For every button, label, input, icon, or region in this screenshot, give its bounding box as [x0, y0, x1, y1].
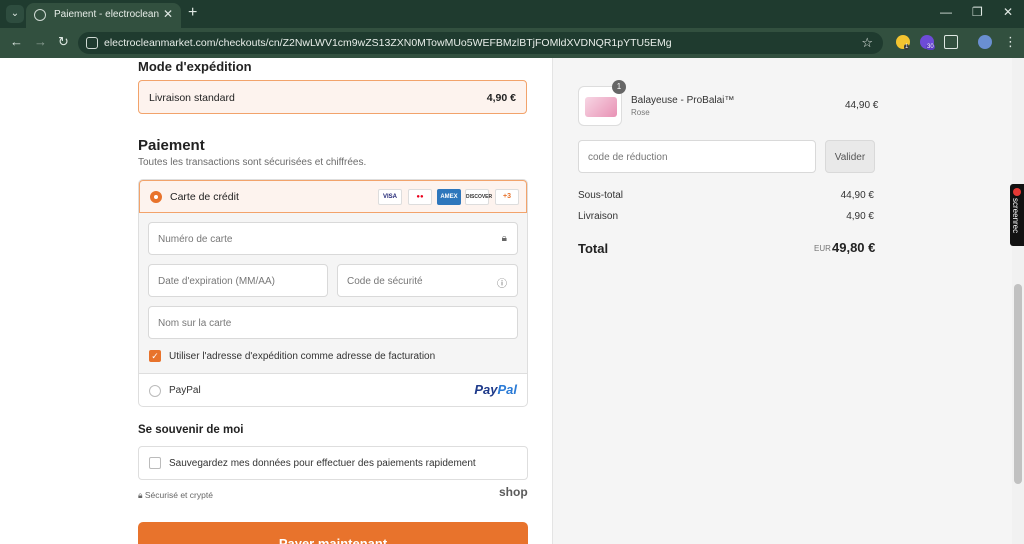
- quantity-badge: 1: [612, 80, 626, 94]
- credit-card-form: Numéro de carte 🔒︎ Date d'expiration (MM…: [139, 213, 527, 373]
- secure-note: 🔒︎ Sécurisé et crypté: [138, 490, 213, 500]
- mastercard-icon: ●●: [408, 189, 432, 205]
- discount-placeholder: code de réduction: [588, 152, 668, 163]
- billing-same-checkbox[interactable]: ✓: [149, 350, 161, 362]
- browser-tabbar: ⌄ Paiement - electroclean ✕ + — ❐ ✕: [0, 0, 1024, 28]
- shop-logo: shop: [499, 485, 528, 499]
- card-number-input[interactable]: Numéro de carte 🔒︎: [148, 222, 518, 255]
- shipping-heading: Mode d'expédition: [138, 59, 252, 74]
- window-close-icon[interactable]: ✕: [1003, 5, 1013, 19]
- card-number-placeholder: Numéro de carte: [158, 234, 233, 245]
- remember-heading: Se souvenir de moi: [138, 424, 244, 436]
- profile-avatar[interactable]: [978, 35, 992, 49]
- visa-icon: VISA: [378, 189, 402, 205]
- minimize-icon[interactable]: —: [940, 5, 952, 19]
- payment-methods: Carte de crédit VISA ●● AMEX DISCOVER +3…: [138, 179, 528, 407]
- subtotal-label: Sous-total: [578, 190, 624, 201]
- new-tab-button[interactable]: +: [188, 4, 197, 22]
- paypal-label: PayPal: [169, 385, 201, 396]
- product-price: 44,90 €: [845, 100, 879, 111]
- payment-heading: Paiement: [138, 137, 205, 154]
- extensions-puzzle-icon[interactable]: [944, 35, 958, 49]
- total-currency: EUR: [814, 244, 831, 253]
- back-icon[interactable]: ←: [10, 34, 23, 49]
- subtotal-value: 44,90 €: [840, 190, 874, 201]
- tab-title: Paiement - electroclean: [54, 9, 160, 20]
- paypal-radio[interactable]: [149, 385, 161, 397]
- browser-tab[interactable]: Paiement - electroclean ✕: [26, 3, 181, 28]
- shipping-option-label: Livraison standard: [149, 92, 235, 104]
- more-cards-badge: +3: [495, 189, 519, 205]
- help-icon[interactable]: ⓘ: [497, 275, 507, 290]
- card-name-input[interactable]: Nom sur la carte: [148, 306, 518, 339]
- total-label: Total: [578, 241, 609, 256]
- bookmark-star-icon[interactable]: ☆: [861, 35, 873, 51]
- browser-menu-icon[interactable]: ⋮: [1004, 34, 1017, 50]
- address-bar[interactable]: electrocleanmarket.com/checkouts/cn/Z2Nw…: [78, 32, 883, 54]
- close-icon[interactable]: ✕: [163, 7, 173, 21]
- discover-icon: DISCOVER: [465, 189, 492, 205]
- remember-label[interactable]: Sauvegardez mes données pour effectuer d…: [169, 458, 476, 469]
- paypal-logo: PayPal: [474, 382, 517, 397]
- card-name-placeholder: Nom sur la carte: [158, 318, 232, 329]
- shipping-option-price: 4,90 €: [486, 92, 516, 104]
- screenrec-label: screenrec: [1011, 198, 1020, 234]
- checkout-page: Mode d'expédition Livraison standard 4,9…: [0, 58, 1024, 544]
- billing-same-label[interactable]: Utiliser l'adresse d'expédition comme ad…: [169, 351, 435, 362]
- product-name: Balayeuse - ProBalai™: [631, 95, 735, 106]
- expiry-input[interactable]: Date d'expiration (MM/AA): [148, 264, 328, 297]
- address-url[interactable]: electrocleanmarket.com/checkouts/cn/Z2Nw…: [104, 37, 672, 49]
- globe-icon: [34, 9, 46, 21]
- lock-icon: 🔒︎: [501, 233, 507, 244]
- reload-icon[interactable]: ↻: [58, 34, 69, 50]
- payment-subtitle: Toutes les transactions sont sécurisées …: [138, 157, 367, 168]
- credit-card-radio[interactable]: [150, 191, 162, 203]
- site-info-icon[interactable]: [86, 37, 98, 49]
- restore-icon[interactable]: ❐: [972, 5, 983, 19]
- screenrec-widget[interactable]: screenrec: [1010, 184, 1024, 246]
- expiry-placeholder: Date d'expiration (MM/AA): [158, 276, 275, 287]
- product-image: [585, 97, 617, 117]
- security-code-placeholder: Code de sécurité: [347, 276, 423, 287]
- remember-checkbox[interactable]: [149, 457, 161, 469]
- delivery-value: 4,90 €: [846, 211, 874, 222]
- product-variant: Rose: [631, 108, 650, 117]
- browser-toolbar: ← → ↻ electrocleanmarket.com/checkouts/c…: [0, 28, 1024, 58]
- record-icon: [1013, 188, 1021, 196]
- security-code-input[interactable]: Code de sécurité ⓘ: [337, 264, 518, 297]
- credit-card-label: Carte de crédit: [170, 191, 239, 203]
- scrollbar-thumb[interactable]: [1014, 284, 1022, 484]
- amex-icon: AMEX: [437, 189, 461, 205]
- page-scrollbar[interactable]: [1012, 58, 1024, 544]
- discount-code-input[interactable]: code de réduction: [578, 140, 816, 173]
- payment-option-credit-card[interactable]: Carte de crédit VISA ●● AMEX DISCOVER +3: [139, 180, 527, 213]
- delivery-label: Livraison: [578, 211, 619, 222]
- extension-badge: 30: [926, 44, 935, 50]
- forward-icon[interactable]: →: [34, 34, 47, 49]
- total-value: 49,80 €: [832, 240, 876, 255]
- validate-discount-button[interactable]: Valider: [825, 140, 875, 173]
- payment-option-paypal[interactable]: PayPal PayPal: [139, 373, 527, 406]
- remember-me-option[interactable]: Sauvegardez mes données pour effectuer d…: [138, 446, 528, 480]
- shipping-option-standard[interactable]: Livraison standard 4,90 €: [138, 80, 527, 114]
- order-summary-pane: [552, 58, 1012, 544]
- pay-now-button[interactable]: Payer maintenant: [138, 522, 528, 544]
- tab-search-button[interactable]: ⌄: [6, 5, 24, 23]
